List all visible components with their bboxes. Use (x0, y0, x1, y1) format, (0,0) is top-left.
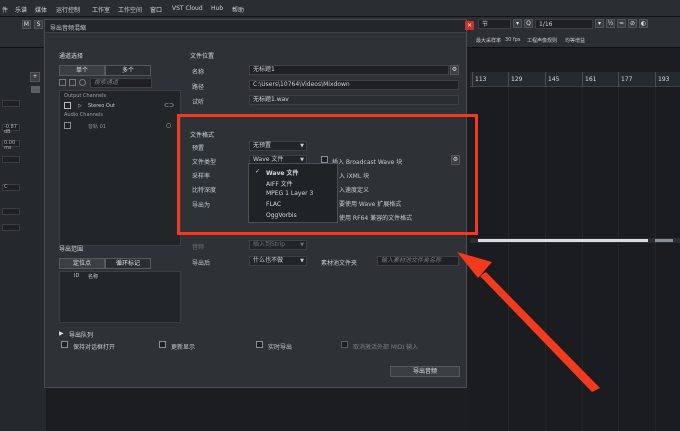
annotation-arrow (457, 252, 600, 392)
